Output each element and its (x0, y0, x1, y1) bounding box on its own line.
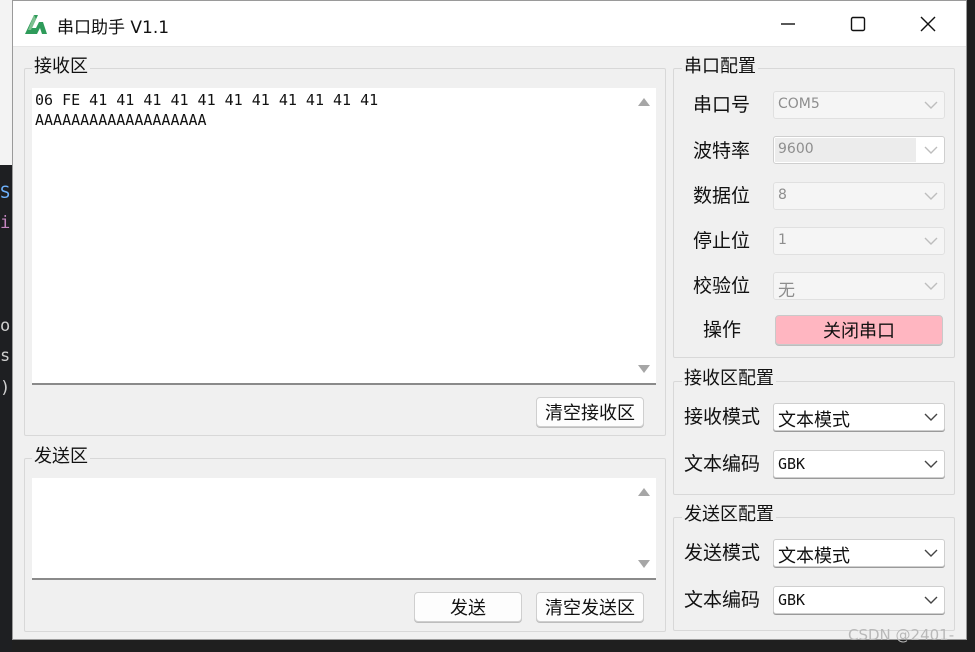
receive-content: 06 FE 41 41 41 41 41 41 41 41 41 41 41 AA… (35, 90, 378, 130)
databits-value: 8 (778, 187, 787, 203)
background-editor: S i o s ) (0, 0, 12, 652)
serial-assistant-window: 串口助手 V1.1 接收区 06 FE 41 41 41 41 41 41 41… (12, 0, 967, 640)
stopbits-select[interactable]: 1 (773, 227, 945, 255)
receive-group-title: 接收区 (32, 56, 90, 77)
send-button[interactable]: 发送 (414, 592, 522, 622)
port-select[interactable]: COM5 (773, 91, 945, 119)
receive-encoding-label: 文本编码 (684, 453, 761, 475)
chevron-down-icon (924, 413, 938, 421)
baud-value: 9600 (778, 141, 814, 157)
minimize-icon (781, 23, 795, 25)
clear-send-button[interactable]: 清空发送区 (536, 592, 644, 622)
background-editor-top (0, 0, 12, 165)
receive-mode-value: 文本模式 (778, 410, 850, 431)
window-title: 串口助手 V1.1 (57, 18, 170, 38)
receive-config-title: 接收区配置 (682, 368, 776, 389)
serial-config-title: 串口配置 (682, 56, 758, 77)
editor-char: ) (0, 378, 11, 398)
send-mode-select[interactable]: 文本模式 (773, 539, 945, 567)
send-scrollbar[interactable] (632, 478, 656, 578)
editor-char: i (0, 213, 11, 233)
scroll-down-arrow-icon[interactable] (638, 560, 650, 568)
app-logo-icon (25, 15, 47, 34)
chevron-down-icon (924, 237, 938, 245)
maximize-icon (850, 16, 866, 32)
send-config-title: 发送区配置 (682, 504, 776, 525)
operation-label: 操作 (703, 319, 742, 341)
receive-line: AAAAAAAAAAAAAAAAAAA (35, 111, 207, 129)
databits-select[interactable]: 8 (773, 182, 945, 210)
editor-char: S (0, 183, 11, 203)
watermark: CSDN @2401- (848, 626, 955, 644)
parity-label: 校验位 (693, 275, 751, 297)
chevron-down-icon (924, 192, 938, 200)
receive-encoding-value: GBK (778, 455, 806, 473)
parity-value: 无 (778, 281, 795, 301)
editor-char: o (0, 316, 11, 336)
send-encoding-label: 文本编码 (684, 589, 761, 611)
chevron-down-icon (924, 460, 938, 468)
editor-char: s (0, 346, 11, 366)
title-bar[interactable]: 串口助手 V1.1 (13, 1, 966, 47)
receive-mode-label: 接收模式 (684, 406, 761, 428)
receive-mode-select[interactable]: 文本模式 (773, 403, 945, 431)
databits-label: 数据位 (693, 185, 751, 207)
scroll-up-arrow-icon[interactable] (638, 98, 650, 106)
baud-select[interactable]: 9600 (773, 136, 945, 164)
close-button[interactable] (893, 1, 963, 47)
maximize-button[interactable] (823, 1, 893, 47)
send-mode-label: 发送模式 (684, 542, 761, 564)
send-group-title: 发送区 (32, 446, 90, 467)
receive-textarea[interactable]: 06 FE 41 41 41 41 41 41 41 41 41 41 41 AA… (32, 88, 656, 385)
close-port-button[interactable]: 关闭串口 (775, 315, 943, 345)
chevron-down-icon (924, 101, 938, 109)
chevron-down-icon (924, 549, 938, 557)
receive-scrollbar[interactable] (632, 88, 656, 383)
stopbits-value: 1 (778, 232, 787, 248)
send-mode-value: 文本模式 (778, 546, 850, 567)
stopbits-label: 停止位 (693, 230, 751, 252)
send-encoding-select[interactable]: GBK (773, 586, 945, 614)
clear-receive-button[interactable]: 清空接收区 (536, 397, 644, 427)
parity-select[interactable]: 无 (773, 272, 945, 301)
close-icon (920, 16, 936, 32)
send-textarea[interactable] (32, 478, 656, 580)
port-label: 串口号 (693, 94, 751, 116)
chevron-down-icon (924, 146, 938, 154)
minimize-button[interactable] (753, 1, 823, 47)
port-value: COM5 (778, 96, 820, 112)
chevron-down-icon (924, 596, 938, 604)
baud-label: 波特率 (693, 140, 751, 162)
chevron-down-icon (924, 282, 938, 290)
scroll-down-arrow-icon[interactable] (638, 365, 650, 373)
send-encoding-value: GBK (778, 591, 806, 609)
scroll-up-arrow-icon[interactable] (638, 488, 650, 496)
receive-encoding-select[interactable]: GBK (773, 450, 945, 478)
receive-line: 06 FE 41 41 41 41 41 41 41 41 41 41 41 (35, 91, 379, 109)
